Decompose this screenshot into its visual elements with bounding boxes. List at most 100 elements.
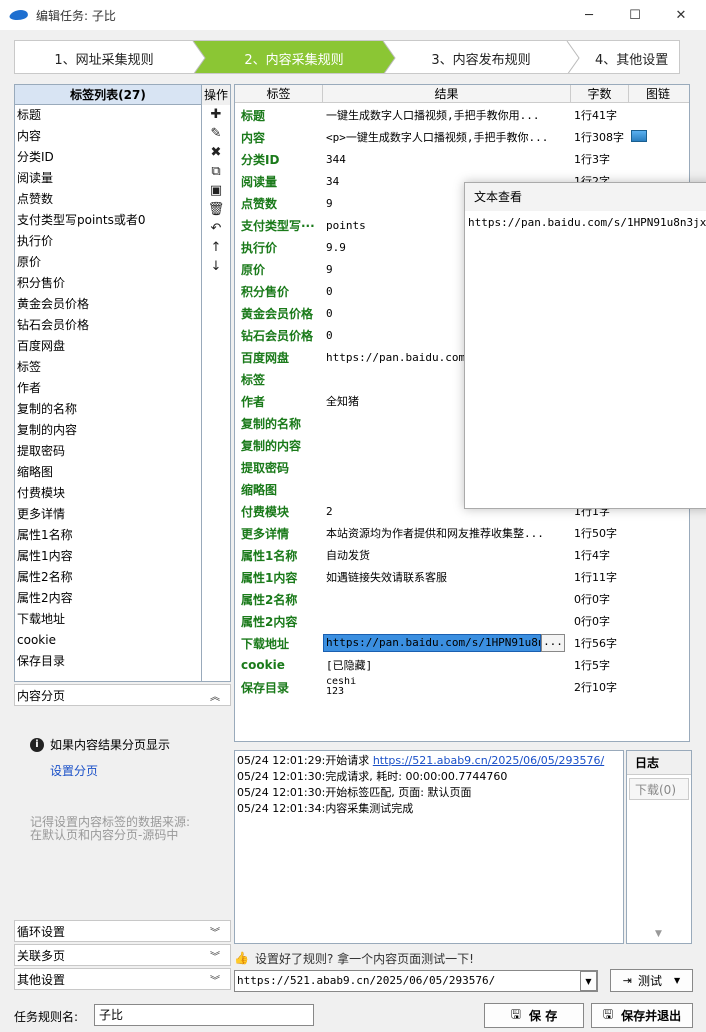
- tab-download[interactable]: 下载(0): [629, 778, 689, 800]
- tag-list-item[interactable]: 黄金会员价格: [15, 294, 201, 315]
- operations-header: 操作: [202, 85, 230, 105]
- chevron-down-icon: ︾: [210, 975, 220, 987]
- col-count[interactable]: 字数: [571, 85, 629, 102]
- copy-icon[interactable]: ⧉: [202, 162, 230, 181]
- trash-icon[interactable]: 🗑: [202, 200, 230, 219]
- table-row[interactable]: 更多详情 本站资源均为作者提供和网友推荐收集整... 1行50字: [235, 522, 689, 544]
- cell-result[interactable]: ceshi 123: [323, 677, 571, 697]
- col-result[interactable]: 结果: [323, 85, 571, 102]
- cell-result[interactable]: 344: [323, 153, 571, 166]
- image-icon[interactable]: [631, 129, 647, 142]
- save-exit-button[interactable]: 🖫 保存并退出: [591, 1003, 693, 1028]
- cell-result[interactable]: 本站资源均为作者提供和网友推荐收集整...: [323, 525, 571, 541]
- pencil-icon[interactable]: ✎: [202, 124, 230, 143]
- url-dropdown-button[interactable]: ▼: [580, 971, 597, 991]
- col-tag[interactable]: 标签: [235, 85, 323, 102]
- scroll-down-icon[interactable]: ▼: [655, 929, 662, 939]
- arrow-up-icon[interactable]: ↑: [202, 238, 230, 257]
- tag-list-item[interactable]: 属性2内容: [15, 588, 201, 609]
- tag-list-item[interactable]: 百度网盘: [15, 336, 201, 357]
- content-paging-header[interactable]: 内容分页 ︽: [14, 684, 231, 706]
- rule-name-input[interactable]: 子比: [94, 1004, 314, 1026]
- cell-tag: 属性1名称: [241, 548, 298, 563]
- tag-list-item[interactable]: 原价: [15, 252, 201, 273]
- cell-result[interactable]: 自动发货: [323, 547, 571, 563]
- tag-list-item[interactable]: 提取密码: [15, 441, 201, 462]
- save-button[interactable]: 🖫 保 存: [484, 1003, 584, 1028]
- tag-list-item[interactable]: 缩略图: [15, 462, 201, 483]
- tag-list-item[interactable]: 执行价: [15, 231, 201, 252]
- thumbs-up-icon: 👍: [234, 951, 249, 965]
- tag-list-item[interactable]: 复制的名称: [15, 399, 201, 420]
- tag-list-item[interactable]: 分类ID: [15, 147, 201, 168]
- test-url-input[interactable]: https://521.abab9.cn/2025/06/05/293576/: [234, 970, 598, 992]
- tag-list-item[interactable]: 点赞数: [15, 189, 201, 210]
- log-line: 05/24 12:01:29:开始请求 https://521.abab9.cn…: [237, 754, 605, 767]
- paste-icon[interactable]: ▣: [202, 181, 230, 200]
- close-button[interactable]: ✕: [658, 0, 704, 30]
- col-image-link[interactable]: 图链: [629, 85, 687, 102]
- tag-list-item[interactable]: 更多详情: [15, 504, 201, 525]
- table-row[interactable]: 保存目录 ceshi 123 2行10字: [235, 676, 689, 698]
- ellipsis-button[interactable]: ...: [541, 634, 565, 652]
- table-row[interactable]: 内容 <p>一键生成数字人口播视频,手把手教你... 1行308字: [235, 126, 689, 148]
- cell-tag: 属性1内容: [241, 570, 298, 585]
- step-other-settings[interactable]: 4、其他设置: [595, 41, 679, 73]
- tag-list-item[interactable]: 内容: [15, 126, 201, 147]
- selected-cell-editor[interactable]: https://pan.baidu.com/s/1HPN91u8n3jx: [323, 634, 541, 652]
- test-hint: 👍 设置好了规则? 拿一个内容页面测试一下!: [234, 948, 694, 968]
- table-row[interactable]: 标题 一键生成数字人口播视频,手把手教你用... 1行41字: [235, 104, 689, 126]
- tag-list-item[interactable]: 复制的内容: [15, 420, 201, 441]
- log-url-link[interactable]: https://521.abab9.cn/2025/06/05/293576/: [373, 754, 604, 767]
- table-row[interactable]: 分类ID 344 1行3字: [235, 148, 689, 170]
- delete-icon[interactable]: ✖: [202, 143, 230, 162]
- tag-list-item[interactable]: 付费模块: [15, 483, 201, 504]
- tag-list-item[interactable]: 属性1名称: [15, 525, 201, 546]
- tag-list-header: 标签列表(27): [15, 85, 201, 105]
- plus-icon[interactable]: ✚: [202, 105, 230, 124]
- cell-count: 1行308字: [574, 131, 624, 144]
- cell-result[interactable]: 如遇链接失效请联系客服: [323, 569, 571, 585]
- table-row[interactable]: 属性2内容 0行0字: [235, 610, 689, 632]
- related-pages-header[interactable]: 关联多页 ︾: [14, 944, 231, 966]
- table-row[interactable]: 属性2名称 0行0字: [235, 588, 689, 610]
- table-row[interactable]: 属性1名称 自动发货 1行4字: [235, 544, 689, 566]
- cell-result[interactable]: <p>一键生成数字人口播视频,手把手教你...: [323, 129, 571, 145]
- tab-log[interactable]: 日志: [627, 751, 691, 775]
- tag-list-item[interactable]: 支付类型写points或者0: [15, 210, 201, 231]
- cell-count: 1行56字: [574, 637, 617, 650]
- step-publish-rules[interactable]: 3、内容发布规则: [393, 41, 569, 73]
- cell-tag: 标题: [241, 108, 266, 123]
- step-content-rules[interactable]: 2、内容采集规则: [205, 41, 383, 73]
- step-url-rules[interactable]: 1、网址采集规则: [15, 41, 193, 73]
- tag-list-item[interactable]: 积分售价: [15, 273, 201, 294]
- undo-icon[interactable]: ↶: [202, 219, 230, 238]
- tag-list-item[interactable]: 属性2名称: [15, 567, 201, 588]
- tag-list-item[interactable]: cookie: [15, 630, 201, 651]
- tag-list-item[interactable]: 阅读量: [15, 168, 201, 189]
- table-row[interactable]: 属性1内容 如遇链接失效请联系客服 1行11字: [235, 566, 689, 588]
- tag-list-item[interactable]: 保存目录: [15, 651, 201, 672]
- maximize-button[interactable]: ☐: [612, 0, 658, 30]
- loop-settings-header[interactable]: 循环设置 ︾: [14, 920, 231, 942]
- cell-result[interactable]: [已隐藏]: [323, 657, 571, 673]
- cell-result[interactable]: https://pan.baidu.com/s/1HPN91u8n3jx...: [323, 634, 571, 652]
- tag-list-item[interactable]: 标签: [15, 357, 201, 378]
- floppy-icon: 🖫: [602, 1007, 614, 1021]
- tag-list-item[interactable]: 下载地址: [15, 609, 201, 630]
- set-paging-link[interactable]: 设置分页: [50, 762, 98, 779]
- test-button[interactable]: ⇥ 测试 ▼: [610, 969, 693, 992]
- window-title: 编辑任务: 子比: [36, 8, 116, 23]
- other-settings-header[interactable]: 其他设置 ︾: [14, 968, 231, 990]
- arrow-down-icon[interactable]: ↓: [202, 257, 230, 276]
- tag-list-item[interactable]: 属性1内容: [15, 546, 201, 567]
- test-hint-text: 设置好了规则? 拿一个内容页面测试一下!: [254, 951, 474, 966]
- tag-list-item[interactable]: 作者: [15, 378, 201, 399]
- table-row[interactable]: 下载地址 https://pan.baidu.com/s/1HPN91u8n3jx…: [235, 632, 689, 654]
- tag-list-item[interactable]: 标题: [15, 105, 201, 126]
- minimize-button[interactable]: ─: [566, 0, 612, 30]
- tag-list-item[interactable]: 钻石会员价格: [15, 315, 201, 336]
- cell-result[interactable]: 一键生成数字人口播视频,手把手教你用...: [323, 107, 571, 123]
- text-viewer-content[interactable]: https://pan.baidu.com/s/1HPN91u8n3jxmnxe: [465, 211, 706, 234]
- table-row[interactable]: cookie [已隐藏] 1行5字: [235, 654, 689, 676]
